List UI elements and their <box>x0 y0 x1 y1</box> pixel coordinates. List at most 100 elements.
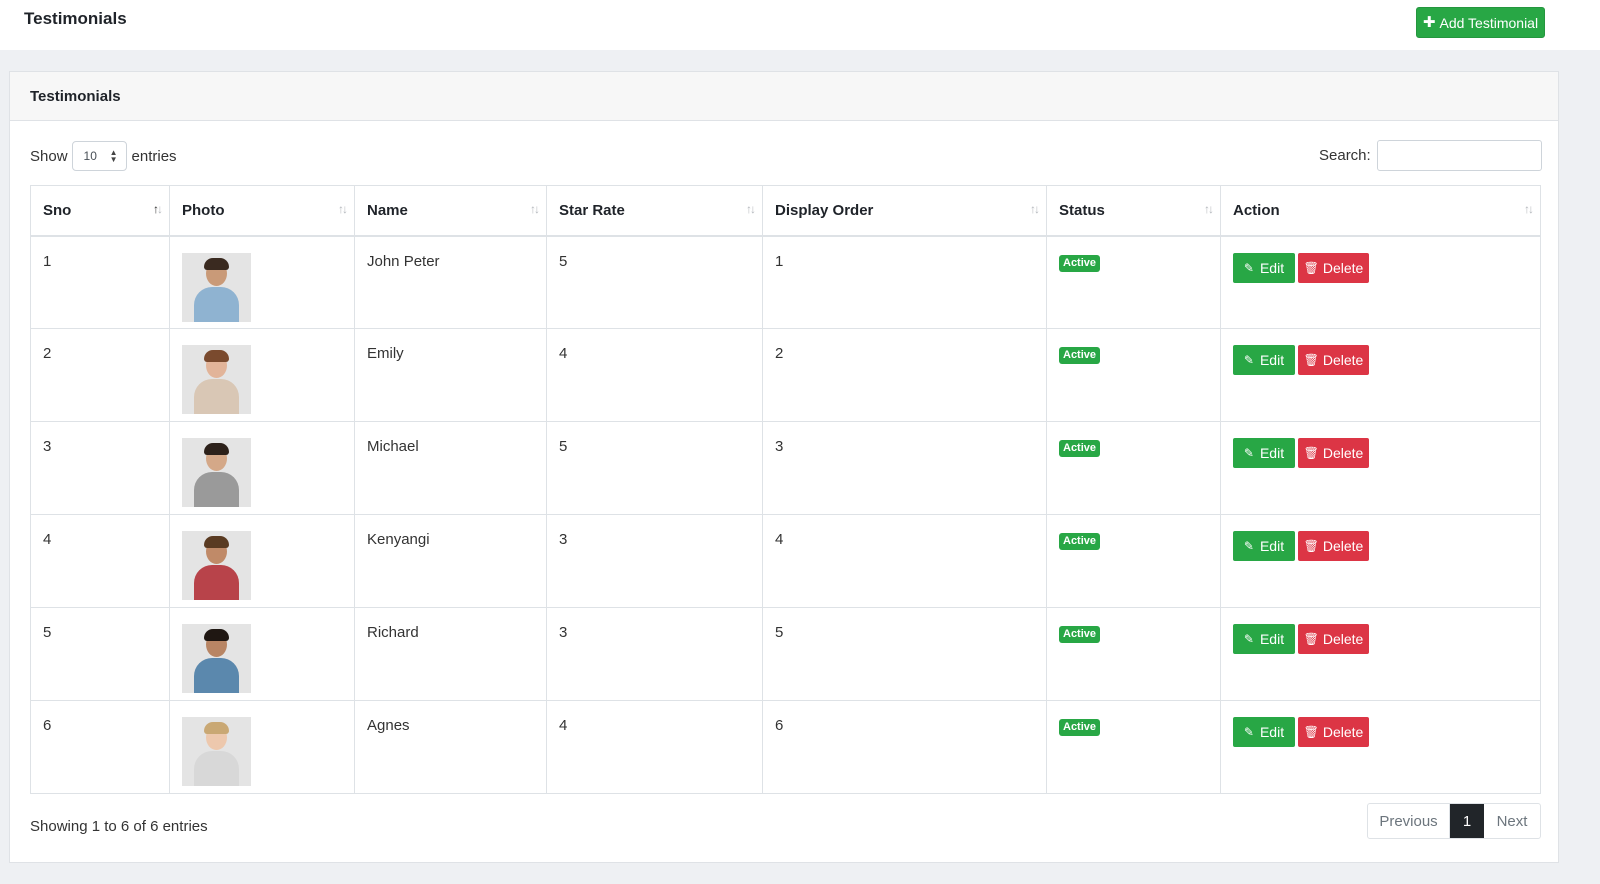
column-header-name[interactable]: Name ↑↓ <box>354 185 547 237</box>
page-length-value: 10 <box>83 149 97 163</box>
cell-star-rate: 4 <box>546 328 763 422</box>
card-header: Testimonials <box>10 72 1558 121</box>
edit-button[interactable]: ✎ Edit <box>1233 717 1295 747</box>
column-label: Sno <box>43 201 72 219</box>
delete-label: Delete <box>1322 631 1364 647</box>
delete-button[interactable]: 🗑 Delete <box>1298 717 1369 747</box>
add-testimonial-label: Add Testimonial <box>1439 14 1539 31</box>
page-length-select[interactable]: 10 ▲ ▼ <box>71 141 127 171</box>
column-label: Name <box>367 201 408 219</box>
previous-page-button[interactable]: Previous <box>1368 804 1450 838</box>
edit-label: Edit <box>1259 724 1285 740</box>
select-arrows-icon: ▲ ▼ <box>109 148 118 164</box>
search-input[interactable] <box>1376 140 1542 171</box>
column-label: Action <box>1233 201 1280 219</box>
cell-action: ✎ Edit 🗑 Delete <box>1220 607 1541 701</box>
testimonial-photo <box>182 531 251 600</box>
testimonial-photo <box>182 345 251 414</box>
add-testimonial-button[interactable]: ✚ Add Testimonial <box>1416 7 1545 38</box>
search-control: Search: <box>1319 140 1542 171</box>
cell-status: Active <box>1046 607 1221 701</box>
cell-action: ✎ Edit 🗑 Delete <box>1220 328 1541 422</box>
delete-label: Delete <box>1322 724 1364 740</box>
column-label: Star Rate <box>559 201 625 219</box>
cell-name: Agnes <box>354 700 547 794</box>
edit-button[interactable]: ✎ Edit <box>1233 252 1295 283</box>
edit-label: Edit <box>1259 259 1285 276</box>
cell-action: ✎ Edit 🗑 Delete <box>1220 514 1541 608</box>
delete-label: Delete <box>1322 259 1364 276</box>
delete-button[interactable]: 🗑 Delete <box>1298 438 1369 468</box>
edit-icon: ✎ <box>1243 446 1254 460</box>
column-header-sno[interactable]: Sno ↑↓ <box>30 185 170 237</box>
table-info: Showing 1 to 6 of 6 entries <box>30 818 208 835</box>
column-header-action[interactable]: Action ↑↓ <box>1220 185 1541 237</box>
status-badge: Active <box>1059 533 1101 550</box>
cell-photo <box>169 607 355 701</box>
column-header-display-order[interactable]: Display Order ↑↓ <box>762 185 1047 237</box>
cell-sno: 4 <box>30 514 170 608</box>
testimonial-photo <box>182 624 251 693</box>
cell-star-rate: 3 <box>546 514 763 608</box>
edit-button[interactable]: ✎ Edit <box>1233 624 1295 654</box>
cell-status: Active <box>1046 700 1221 794</box>
column-header-photo[interactable]: Photo ↑↓ <box>169 185 355 237</box>
trash-icon: 🗑 <box>1303 725 1319 739</box>
status-badge: Active <box>1059 440 1101 457</box>
status-badge: Active <box>1059 626 1101 643</box>
table-row: 2 Emily 4 2 Active ✎ Edit 🗑 Delete <box>30 328 1541 422</box>
cell-sno: 3 <box>30 421 170 515</box>
cell-photo <box>169 700 355 794</box>
page-1-button[interactable]: 1 <box>1450 804 1484 838</box>
edit-button[interactable]: ✎ Edit <box>1233 531 1295 561</box>
top-bar: Testimonials ✚ Add Testimonial <box>0 0 1600 50</box>
cell-photo <box>169 514 355 608</box>
column-label: Status <box>1059 201 1105 219</box>
edit-label: Edit <box>1259 445 1285 461</box>
card-title: Testimonials <box>30 88 121 105</box>
cell-sno: 5 <box>30 607 170 701</box>
trash-icon: 🗑 <box>1303 446 1319 460</box>
column-header-status[interactable]: Status ↑↓ <box>1046 185 1221 237</box>
edit-button[interactable]: ✎ Edit <box>1233 345 1295 375</box>
cell-action: ✎ Edit 🗑 Delete <box>1220 235 1541 329</box>
cell-star-rate: 3 <box>546 607 763 701</box>
cell-sno: 2 <box>30 328 170 422</box>
cell-status: Active <box>1046 328 1221 422</box>
next-page-button[interactable]: Next <box>1484 804 1540 838</box>
delete-button[interactable]: 🗑 Delete <box>1298 345 1369 375</box>
delete-button[interactable]: 🗑 Delete <box>1298 624 1369 654</box>
column-header-star-rate[interactable]: Star Rate ↑↓ <box>546 185 763 237</box>
testimonials-card: Testimonials Show 10 ▲ ▼ entries Search: … <box>9 71 1559 863</box>
sort-icon: ↑↓ <box>153 202 163 216</box>
sort-icon: ↑↓ <box>1204 202 1214 216</box>
status-badge: Active <box>1059 254 1101 272</box>
sort-icon: ↑↓ <box>338 202 348 216</box>
page-length-control: Show 10 ▲ ▼ entries <box>30 141 177 171</box>
table-row: 3 Michael 5 3 Active ✎ Edit 🗑 Delete <box>30 421 1541 515</box>
edit-button[interactable]: ✎ Edit <box>1233 438 1295 468</box>
table-row: 4 Kenyangi 3 4 Active ✎ Edit 🗑 Delete <box>30 514 1541 608</box>
edit-label: Edit <box>1259 631 1285 647</box>
plus-icon: ✚ <box>1422 14 1436 31</box>
cell-name: Richard <box>354 607 547 701</box>
edit-icon: ✎ <box>1243 260 1254 275</box>
delete-button[interactable]: 🗑 Delete <box>1298 531 1369 561</box>
cell-display-order: 2 <box>762 328 1047 422</box>
cell-status: Active <box>1046 514 1221 608</box>
delete-button[interactable]: 🗑 Delete <box>1298 252 1369 283</box>
show-label: Show <box>30 147 68 165</box>
table-header-row: Sno ↑↓ Photo ↑↓ Name ↑↓ Star Rate ↑↓ Display… <box>30 185 1541 237</box>
sort-icon: ↑↓ <box>1524 202 1534 216</box>
trash-icon: 🗑 <box>1303 353 1319 367</box>
cell-action: ✎ Edit 🗑 Delete <box>1220 700 1541 794</box>
edit-label: Edit <box>1259 352 1285 368</box>
cell-star-rate: 5 <box>546 421 763 515</box>
cell-display-order: 1 <box>762 235 1047 329</box>
page-title: Testimonials <box>24 9 127 28</box>
cell-display-order: 6 <box>762 700 1047 794</box>
column-label: Display Order <box>775 201 874 219</box>
cell-name: John Peter <box>354 235 547 329</box>
cell-name: Michael <box>354 421 547 515</box>
cell-action: ✎ Edit 🗑 Delete <box>1220 421 1541 515</box>
